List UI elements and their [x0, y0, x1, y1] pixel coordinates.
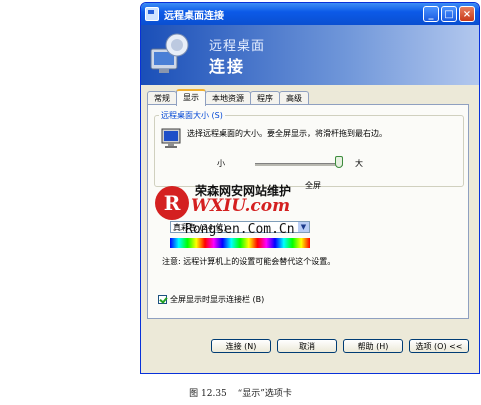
size-slider-track[interactable] [255, 163, 343, 166]
display-size-group: 远程桌面大小 (S) 选择远程桌面的大小。要全屏显示，将滑杆拖到最右边。 小 大… [154, 110, 464, 190]
title-bar[interactable]: 远程桌面连接 _ □ × [141, 3, 479, 25]
minimize-button[interactable]: _ [423, 6, 439, 22]
caption-text: “显示”选项卡 [237, 389, 292, 399]
banner-line2: 连接 [209, 57, 246, 76]
monitor-icon [161, 128, 181, 148]
color-note: 注意: 远程计算机上的设置可能会替代这个设置。 [162, 257, 336, 266]
size-slider-thumb[interactable] [335, 156, 343, 168]
tab-display[interactable]: 显示 [176, 89, 206, 106]
display-size-description: 选择远程桌面的大小。要全屏显示，将滑杆拖到最右边。 [187, 129, 387, 138]
tab-programs[interactable]: 程序 [250, 91, 280, 105]
close-button[interactable]: × [459, 6, 475, 22]
window-title: 远程桌面连接 [164, 10, 224, 22]
maximize-button[interactable]: □ [441, 6, 457, 22]
app-icon [145, 7, 159, 21]
caption-figure-number: 图 12.35 [189, 389, 227, 399]
watermark: R 荣森网安网站维护 WXIU.com Rongsen.Com.Cn [155, 178, 355, 250]
options-button[interactable]: 选项 (O) << [409, 339, 469, 353]
dialog-buttons: 连接 (N) 取消 帮助 (H) 选项 (O) << [211, 339, 469, 353]
banner: 远程桌面 连接 [141, 25, 479, 85]
tab-advanced[interactable]: 高级 [279, 91, 309, 105]
tab-general[interactable]: 常规 [147, 91, 177, 105]
size-large-label: 大 [355, 159, 363, 168]
fullscreen-bar-option[interactable]: 全屏显示时显示连接栏 (B) [158, 294, 264, 305]
fullscreen-bar-label: 全屏显示时显示连接栏 (B) [170, 295, 265, 304]
watermark-url: Rongsen.Com.Cn [185, 222, 295, 237]
cancel-button[interactable]: 取消 [277, 339, 337, 353]
help-button[interactable]: 帮助 (H) [343, 339, 403, 353]
tab-local-resources[interactable]: 本地资源 [205, 91, 251, 105]
watermark-logo-text: WXIU.com [191, 196, 291, 216]
fullscreen-bar-checkbox[interactable] [158, 295, 167, 304]
watermark-logo-circle: R [155, 186, 189, 220]
banner-line1: 远程桌面 [209, 39, 266, 54]
display-size-group-title: 远程桌面大小 (S) [159, 110, 225, 121]
size-small-label: 小 [217, 159, 225, 168]
connect-button[interactable]: 连接 (N) [211, 339, 271, 353]
figure-caption: 图 12.35 “显示”选项卡 [0, 386, 481, 399]
remote-desktop-logo-icon [150, 33, 189, 73]
